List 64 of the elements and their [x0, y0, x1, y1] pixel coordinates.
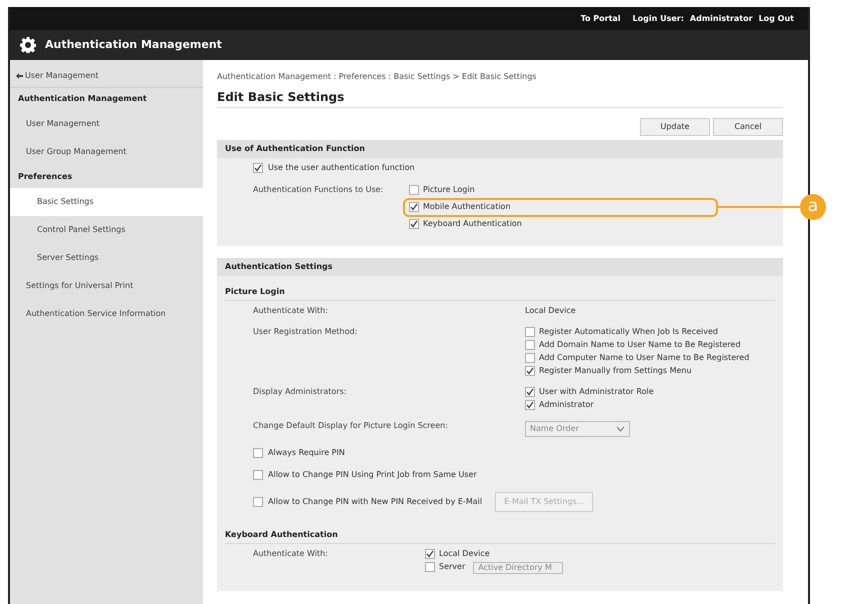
field-label: Authenticate With: [253, 306, 329, 316]
group-heading: Keyboard Authentication [225, 524, 775, 544]
checkbox-label: Register Automatically When Job Is Received [539, 327, 718, 338]
checkbox-label: Picture Login [423, 185, 475, 196]
section-header: Use of Authentication Function [217, 140, 783, 158]
checkbox-label: Local Device [439, 549, 490, 560]
checkbox-label: Always Require PIN [268, 448, 345, 458]
sidebar-item[interactable]: Server Settings [10, 244, 203, 272]
checkbox[interactable] [253, 497, 263, 508]
checkbox[interactable] [253, 448, 263, 458]
chevron-icon [616, 426, 625, 432]
section-header: Authentication Settings [217, 258, 783, 276]
field-label: Authentication Functions to Use: [253, 185, 384, 196]
field-label: User Registration Method: [253, 327, 358, 338]
back-arrow-icon [16, 72, 23, 78]
field-label: Change Default Display for Picture Login Screen: [253, 421, 449, 432]
callout-marker: a [800, 194, 826, 220]
checkbox-label: Server [439, 562, 466, 572]
sidebar-heading: Preferences [17, 171, 74, 183]
login-label: Login User: [632, 14, 684, 24]
checkbox-label: Add Domain Name to User Name to Be Registered [539, 340, 741, 350]
checkbox[interactable] [253, 163, 263, 174]
field-value: Local Device [525, 306, 576, 316]
checkbox[interactable] [525, 366, 535, 376]
checkbox[interactable] [409, 219, 419, 230]
sidebar-heading: Authentication Management [17, 93, 148, 105]
checkbox-label: Administrator [539, 400, 594, 410]
checkbox-label: Use the user authentication function [268, 163, 415, 174]
sidebar-item[interactable]: User Management [10, 110, 203, 138]
checkbox[interactable] [425, 562, 435, 572]
sidebar-item[interactable]: Authentication Service Information [10, 300, 203, 328]
page-title: Edit Basic Settings [217, 90, 783, 108]
checkbox-label: User with Administrator Role [539, 387, 654, 398]
sidebar-item[interactable]: Control Panel Settings [10, 216, 203, 244]
checkbox[interactable] [525, 353, 535, 364]
cancel-button[interactable]: Cancel [713, 118, 783, 136]
checkbox[interactable] [425, 549, 435, 560]
app-title: Authentication Management [45, 38, 222, 52]
sidebar-item[interactable]: Basic Settings [10, 188, 203, 216]
field-label: Display Administrators: [253, 387, 348, 398]
checkbox[interactable] [525, 340, 535, 350]
sidebar-item[interactable]: Settings for Universal Print [10, 272, 203, 300]
sidebar-item[interactable]: User Management [10, 64, 203, 88]
breadcrumb: Authentication Management : Preferences : Basic Settings > Edit Basic Settings [217, 72, 538, 82]
update-button[interactable]: Update [640, 118, 710, 136]
group-heading: Picture Login [225, 281, 775, 302]
portal-link[interactable]: To Portal [580, 14, 621, 24]
field-label: Authenticate With: [253, 549, 329, 560]
checkbox[interactable] [525, 387, 535, 398]
login-user: Administrator [690, 14, 753, 24]
checkbox-label: Mobile Authentication [423, 202, 511, 212]
checkbox[interactable] [253, 470, 263, 480]
logout-link[interactable]: Log Out [758, 14, 794, 24]
sidebar-item[interactable]: User Group Management [10, 138, 203, 166]
checkbox-label: Allow to Change PIN Using Print Job from Same User [268, 470, 477, 480]
checkbox[interactable] [409, 185, 419, 196]
checkbox[interactable] [525, 327, 535, 338]
gear-icon [20, 37, 36, 53]
checkbox-label: Register Manually from Settings Menu [539, 366, 692, 376]
checkbox-label: Add Computer Name to User Name to Be Registered [539, 353, 750, 364]
checkbox-label: Allow to Change PIN with New PIN Received by E-Mail [268, 497, 482, 508]
checkbox-label: Keyboard Authentication [423, 219, 522, 230]
checkbox[interactable] [409, 202, 419, 212]
checkbox[interactable] [525, 400, 535, 410]
